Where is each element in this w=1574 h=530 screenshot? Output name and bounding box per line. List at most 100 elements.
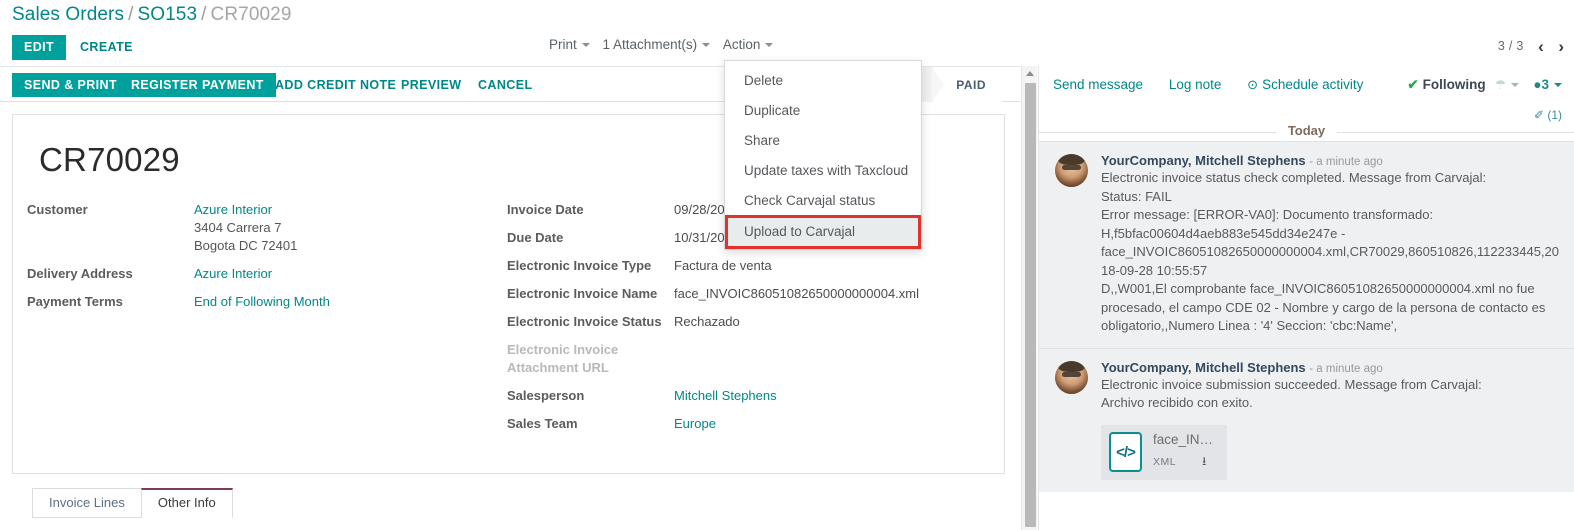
chevron-down-icon[interactable] [1511,83,1519,87]
field-value-electronic-invoice-attachment-url[interactable] [674,341,1006,387]
field-value-electronic-invoice-type[interactable]: Factura de venta [674,257,1006,285]
pager-next-button[interactable]: › [1558,40,1564,54]
create-button[interactable]: CREATE [70,35,143,60]
breadcrumb-bar: Sales Orders/SO153/CR70029 [0,0,1574,34]
attachment-count-indicator[interactable]: ✐ (1) [1534,108,1562,122]
breadcrumb-root[interactable]: Sales Orders [12,4,124,25]
follower-count-value: 3 [1541,77,1549,92]
add-credit-note-button[interactable]: ADD CREDIT NOTE [263,73,408,97]
schedule-activity-label: Schedule activity [1262,77,1363,92]
record-pager: 3 / 3 ‹ › [1498,38,1564,53]
breadcrumb-parent[interactable]: SO153 [137,4,197,25]
attachments-dropdown-label: 1 Attachment(s) [603,37,698,52]
chevron-down-icon[interactable] [1554,83,1562,87]
menu-item-update-taxes-taxcloud[interactable]: Update taxes with Taxcloud [725,156,921,186]
print-dropdown[interactable]: Print [549,37,590,52]
send-message-button[interactable]: Send message [1053,77,1143,92]
attachment-type: XML [1153,456,1176,468]
field-label-due-date: Due Date [507,229,674,257]
follower-count[interactable]: ●3 [1533,77,1549,92]
chatter-topbar: Send message Log note ⊙Schedule activity… [1039,66,1574,107]
sales-team-link[interactable]: Europe [674,416,716,431]
field-value-payment-terms: End of Following Month [194,293,507,321]
menu-item-check-carvajal-status[interactable]: Check Carvajal status [725,186,921,216]
breadcrumb-separator-1: / [128,4,133,25]
field-row-payment-terms: Payment Terms End of Following Month [27,293,507,321]
scroll-up-arrow-icon[interactable] [1026,71,1034,76]
field-label-invoice-date: Invoice Date [507,201,674,229]
field-label-sales-team: Sales Team [507,415,674,443]
cancel-button[interactable]: CANCEL [466,73,544,97]
delivery-address-link[interactable]: Azure Interior [194,266,272,281]
action-dropdown-menu: Delete Duplicate Share Update taxes with… [724,60,922,250]
field-row-electronic-invoice-status: Electronic Invoice Status Rechazado [507,313,1006,341]
field-label-electronic-invoice-status: Electronic Invoice Status [507,313,674,341]
attachments-dropdown[interactable]: 1 Attachment(s) [603,37,711,52]
attachment-subline: XML ⭳ [1153,452,1213,473]
chevron-down-icon [765,43,773,47]
attachment-card[interactable]: </> face_IN… XML⭳ [1101,425,1227,480]
form-column-left: Customer Azure Interior 3404 Carrera 7 B… [27,201,507,321]
tab-other-info[interactable]: Other Info [141,488,233,518]
bell-icon[interactable]: ☂ [1495,77,1507,92]
day-separator-label: Today [1276,123,1337,138]
menu-item-duplicate[interactable]: Duplicate [725,96,921,126]
menu-item-upload-to-carvajal[interactable]: Upload to Carvajal [727,217,919,247]
field-value-electronic-invoice-status[interactable]: Rechazado [674,313,1006,341]
customer-link[interactable]: Azure Interior [194,202,272,217]
field-row-electronic-invoice-type: Electronic Invoice Type Factura de venta [507,257,1006,285]
pager-count: 3 / 3 [1498,39,1524,53]
field-row-salesperson: Salesperson Mitchell Stephens [507,387,1006,415]
field-row-electronic-invoice-attachment-url: Electronic Invoice Attachment URL [507,341,1006,387]
breadcrumb-separator-2: / [201,4,206,25]
pager-previous-button[interactable]: ‹ [1538,40,1544,54]
edit-button[interactable]: EDIT [12,35,66,60]
field-label-electronic-invoice-attachment-url: Electronic Invoice Attachment URL [507,341,674,387]
message-item: YourCompany, Mitchell Stephens - a minut… [1039,141,1574,348]
followers-area: ✔ Following ☂ ●3 [1407,77,1562,93]
preview-button[interactable]: PREVIEW [389,73,473,97]
field-value-delivery-address: Azure Interior [194,265,507,293]
field-label-delivery-address: Delivery Address [27,265,194,293]
avatar [1055,361,1088,394]
message-item: YourCompany, Mitchell Stephens - a minut… [1039,348,1574,492]
menu-item-delete[interactable]: Delete [725,66,921,96]
salesperson-link[interactable]: Mitchell Stephens [674,388,777,403]
field-row-delivery-address: Delivery Address Azure Interior [27,265,507,293]
form-scrollbar[interactable] [1021,66,1037,530]
field-value-salesperson: Mitchell Stephens [674,387,1006,415]
breadcrumb-current: CR70029 [211,4,292,25]
notebook: Invoice Lines Other Info [12,488,1005,518]
day-separator: Today [1039,123,1574,141]
log-note-button[interactable]: Log note [1169,77,1222,92]
notebook-tablist: Invoice Lines Other Info [32,488,1005,518]
message-author-name: YourCompany, Mitchell Stephens [1101,360,1306,375]
control-dropdowns: Print 1 Attachment(s) Action [549,37,782,52]
scrollbar-thumb[interactable] [1025,83,1036,527]
payment-terms-link[interactable]: End of Following Month [194,294,330,309]
avatar [1055,154,1088,187]
message-author-name: YourCompany, Mitchell Stephens [1101,153,1306,168]
field-label-electronic-invoice-type: Electronic Invoice Type [507,257,674,285]
check-icon: ✔ [1407,77,1418,92]
field-value-electronic-invoice-name[interactable]: face_INVOIC86051082650000000004.xml [674,285,1006,313]
message-author: YourCompany, Mitchell Stephens - a minut… [1101,153,1560,168]
chevron-down-icon [702,43,710,47]
field-row-customer: Customer Azure Interior 3404 Carrera 7 B… [27,201,507,265]
following-toggle[interactable]: ✔ Following [1407,77,1485,92]
chevron-down-icon [582,43,590,47]
menu-item-share[interactable]: Share [725,126,921,156]
following-label: Following [1423,77,1486,92]
register-payment-button[interactable]: REGISTER PAYMENT [119,73,276,97]
odoo-invoice-form-page: Sales Orders/SO153/CR70029 EDIT CREATE P… [0,0,1574,530]
field-value-customer: Azure Interior 3404 Carrera 7 Bogota DC … [194,201,507,265]
send-and-print-button[interactable]: SEND & PRINT [12,73,129,97]
attachment-meta: face_IN… XML⭳ [1153,432,1213,473]
download-icon[interactable]: ⭳ [1202,452,1207,473]
schedule-activity-button[interactable]: ⊙Schedule activity [1247,77,1363,93]
field-value-sales-team: Europe [674,415,1006,443]
tab-invoice-lines[interactable]: Invoice Lines [32,488,142,518]
action-dropdown[interactable]: Action [723,37,774,52]
message-timestamp: - a minute ago [1309,363,1383,375]
field-label-payment-terms: Payment Terms [27,293,194,321]
